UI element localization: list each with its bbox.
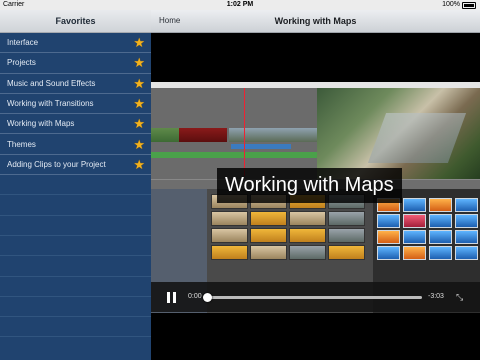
sidebar-item-working-with-maps[interactable]: Working with Maps ★ [0, 114, 151, 135]
event-thumbnail [289, 245, 326, 260]
remaining-time: -3:03 [428, 293, 444, 300]
elapsed-time: 0:00 [188, 293, 202, 300]
battery-percent: 100% [442, 1, 460, 8]
star-icon[interactable]: ★ [133, 117, 145, 130]
star-icon[interactable]: ★ [133, 36, 145, 49]
favorites-list: Interface ★ Projects ★ Music and Sound E… [0, 33, 151, 338]
scrubber-track[interactable] [203, 293, 422, 302]
sidebar-item-themes[interactable]: Themes ★ [0, 134, 151, 155]
event-thumbnail [328, 211, 365, 226]
sidebar-item-label: Working with Transitions [7, 99, 94, 109]
star-icon[interactable]: ★ [133, 56, 145, 69]
sidebar-item-label: Working with Maps [7, 119, 75, 129]
empty-row [0, 195, 151, 216]
empty-row [0, 256, 151, 277]
sidebar-item-label: Interface [7, 38, 39, 48]
theme-thumbnail [455, 246, 478, 260]
video-clip-thumbnail [179, 128, 227, 142]
event-thumbnail [328, 245, 365, 260]
sidebar-item-working-with-transitions[interactable]: Working with Transitions ★ [0, 94, 151, 115]
video-theme-thumbnails [377, 198, 478, 260]
video-audio-track [231, 144, 291, 149]
theme-thumbnail [455, 230, 478, 244]
theme-thumbnail [403, 198, 426, 212]
playback-controls: 0:00 -3:03 ⤡ [151, 282, 480, 312]
sidebar-item-label: Adding Clips to your Project [7, 159, 106, 169]
sidebar-item-adding-clips-to-your-project[interactable]: Adding Clips to your Project ★ [0, 155, 151, 176]
sidebar-item-interface[interactable]: Interface ★ [0, 33, 151, 54]
theme-thumbnail [429, 246, 452, 260]
star-icon[interactable]: ★ [133, 97, 145, 110]
sidebar-title: Favorites [0, 10, 151, 33]
scrubber-thumb[interactable] [203, 293, 212, 302]
empty-row [0, 216, 151, 236]
empty-row [0, 297, 151, 318]
event-thumbnail [211, 245, 248, 260]
sidebar-item-label: Projects [7, 58, 36, 68]
theme-thumbnail [403, 246, 426, 260]
theme-thumbnail [403, 214, 426, 228]
empty-row [0, 317, 151, 338]
sidebar-item-projects[interactable]: Projects ★ [0, 53, 151, 74]
status-bar: Carrier 1:02 PM 100% [0, 0, 480, 10]
video-clip-thumbnail [229, 128, 317, 142]
video-clip-thumbnail [151, 128, 179, 142]
video-audio-track [151, 152, 317, 158]
star-icon[interactable]: ★ [133, 158, 145, 171]
theme-thumbnail [403, 230, 426, 244]
video-player[interactable]: Working with Maps 0:00 -3:03 ⤡ [151, 33, 480, 360]
sidebar-item-music-and-sound-effects[interactable]: Music and Sound Effects ★ [0, 74, 151, 94]
favorites-sidebar: Favorites Interface ★ Projects ★ Music a… [0, 10, 151, 360]
event-thumbnail [250, 228, 287, 243]
theme-thumbnail [429, 198, 452, 212]
event-thumbnail [289, 211, 326, 226]
star-icon[interactable]: ★ [133, 77, 145, 90]
event-thumbnail [328, 228, 365, 243]
fullscreen-icon[interactable]: ⤡ [456, 292, 466, 302]
event-thumbnail [289, 228, 326, 243]
sidebar-item-label: Themes [7, 139, 36, 149]
battery-indicator: 100% [442, 0, 476, 10]
battery-icon [462, 1, 476, 9]
theme-thumbnail [377, 214, 400, 228]
theme-thumbnail [429, 230, 452, 244]
pause-icon[interactable] [167, 292, 176, 303]
sidebar-item-label: Music and Sound Effects [7, 78, 96, 88]
page-title: Working with Maps [274, 16, 357, 26]
video-viewer-landscape [317, 88, 480, 179]
theme-thumbnail [455, 198, 478, 212]
theme-thumbnail [377, 246, 400, 260]
navigation-bar: Home Working with Maps [151, 10, 480, 33]
star-icon[interactable]: ★ [133, 138, 145, 151]
event-thumbnail [211, 228, 248, 243]
event-thumbnail [250, 211, 287, 226]
empty-row [0, 277, 151, 297]
video-playhead [244, 88, 245, 176]
clock: 1:02 PM [226, 1, 254, 8]
theme-thumbnail [455, 214, 478, 228]
theme-thumbnail [429, 214, 452, 228]
event-thumbnail [211, 211, 248, 226]
theme-thumbnail [377, 230, 400, 244]
event-thumbnail [250, 245, 287, 260]
video-caption: Working with Maps [217, 168, 402, 203]
empty-row [0, 175, 151, 196]
empty-row [0, 236, 151, 257]
video-event-thumbnails [211, 194, 371, 260]
